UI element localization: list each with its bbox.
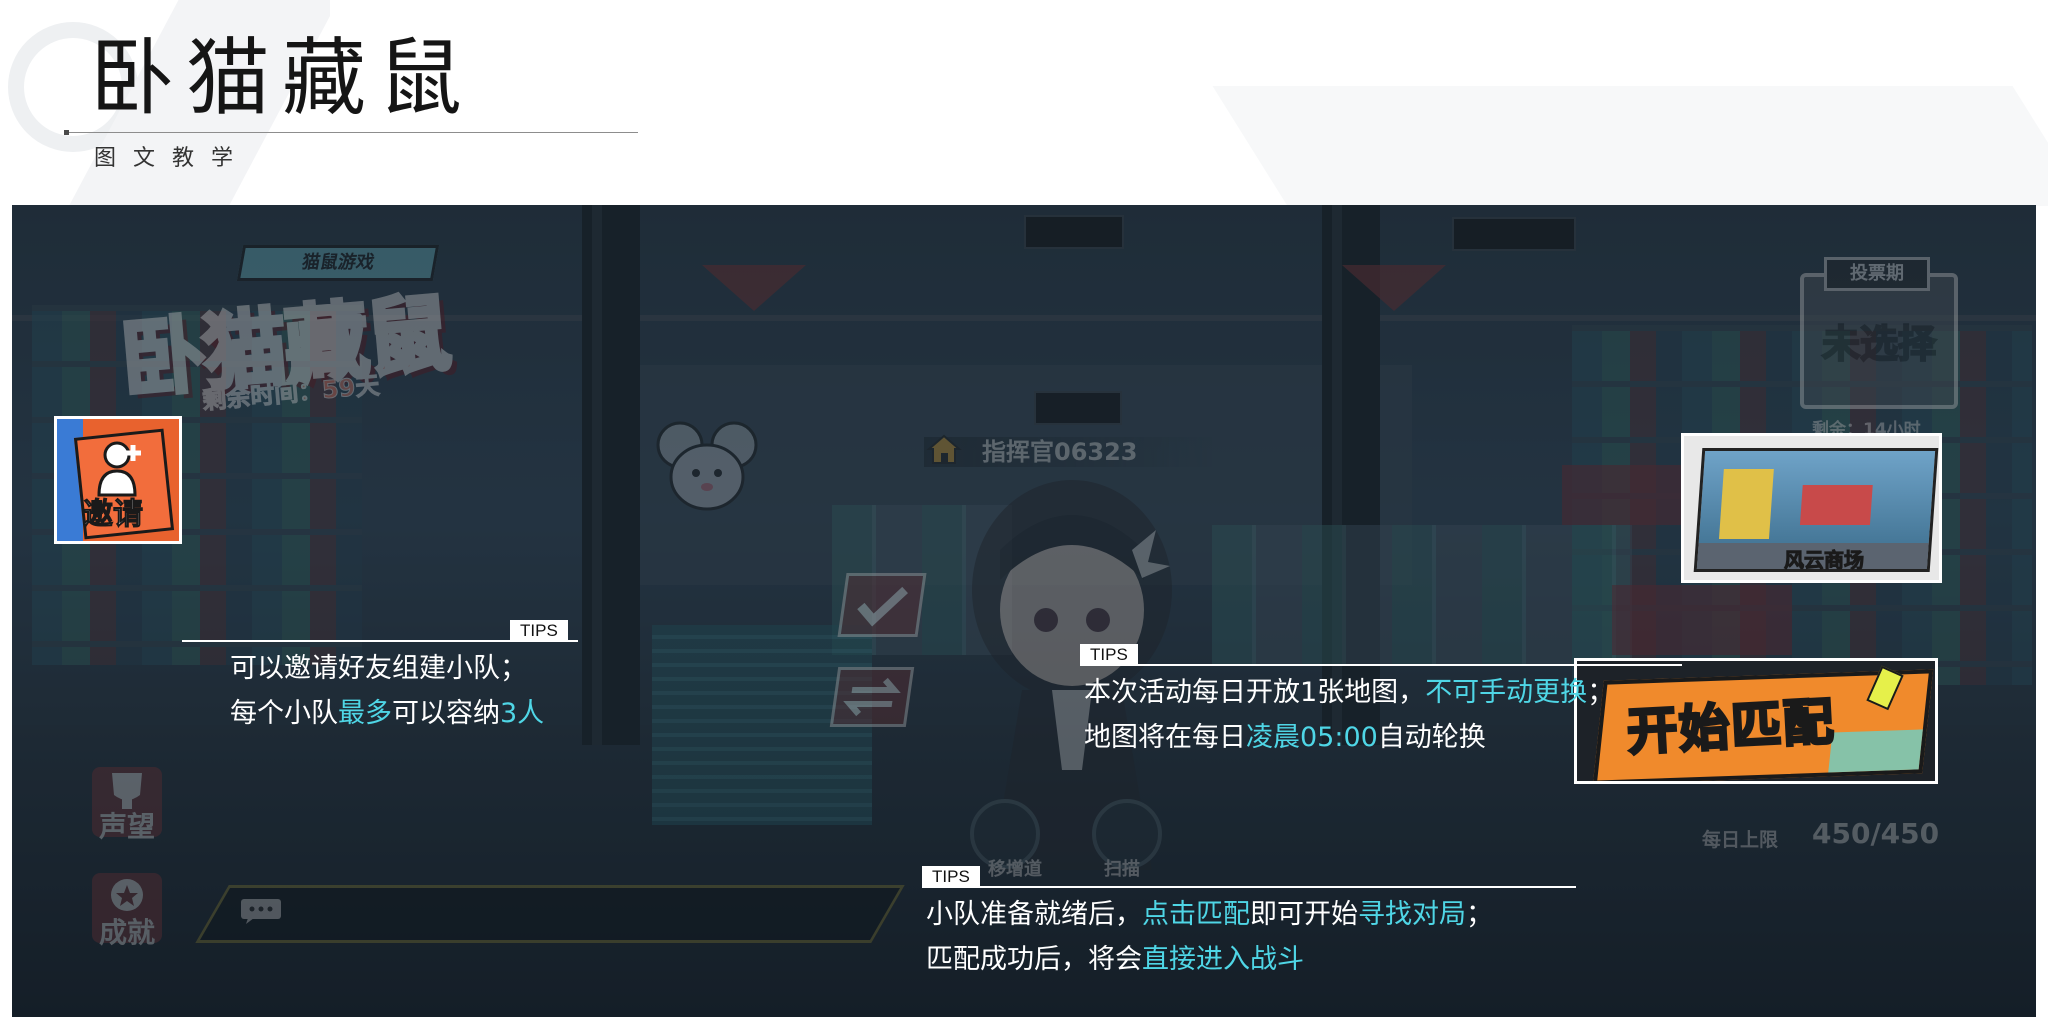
tips-connector xyxy=(1080,664,1682,666)
tips-connector xyxy=(182,640,578,642)
header-right-decoration xyxy=(1212,86,2048,206)
invite-tip: 可以邀请好友组建小队； 每个小队最多可以容纳3人 xyxy=(230,653,545,729)
tips-badge: TIPS xyxy=(922,866,980,886)
match-tip: 小队准备就绪后，点击匹配即可开始寻找对局； 匹配成功后，将会直接进入战斗 xyxy=(926,899,1493,975)
map-name: 风云商场 xyxy=(1784,548,1865,573)
map-tip: 本次活动每日开放1张地图，不可手动更换； 地图将在每日凌晨05:00自动轮换 xyxy=(1084,677,1615,753)
start-match-label: 开始匹配 xyxy=(1624,691,1838,763)
page-title: 卧猫藏鼠 xyxy=(90,29,475,127)
page-subtitle: 图文教学 xyxy=(94,146,251,171)
tips-connector xyxy=(922,886,1576,888)
tips-badge: TIPS xyxy=(1080,644,1138,664)
tips-badge: TIPS xyxy=(510,620,568,640)
title-divider xyxy=(64,132,638,133)
invite-label: 邀请 xyxy=(83,497,144,533)
title-divider-dot xyxy=(64,130,69,135)
market-map-card[interactable]: 风云商场 xyxy=(1681,433,1942,583)
start-match-button[interactable]: 开始匹配 xyxy=(1574,658,1938,784)
invite-button[interactable]: 邀请 xyxy=(54,416,182,544)
